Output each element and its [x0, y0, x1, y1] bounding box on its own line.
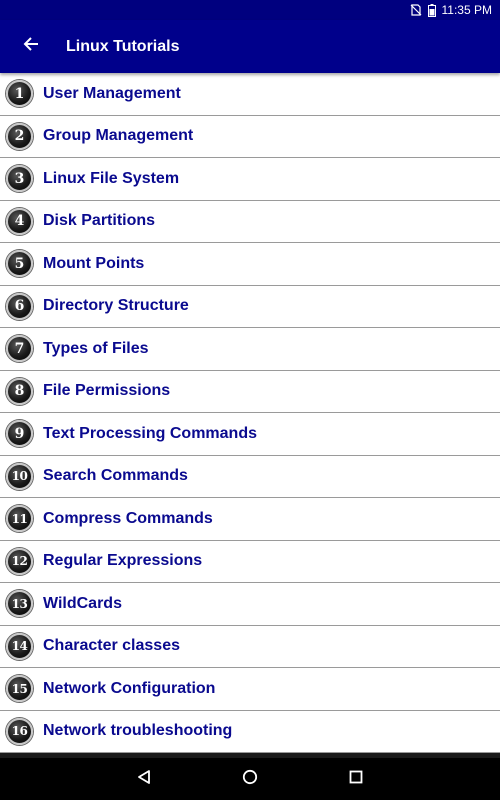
status-bar: 11:35 PM — [0, 0, 500, 20]
no-sim-icon — [410, 4, 422, 16]
list-item-label: User Management — [43, 84, 181, 102]
back-button[interactable] — [9, 25, 53, 69]
list-item[interactable]: 1 User Management — [0, 73, 500, 116]
list-item-label: File Permissions — [43, 382, 171, 400]
recents-square-icon — [349, 770, 363, 789]
number-badge-icon: 14 — [6, 632, 33, 660]
list-item[interactable]: 10 Search Commands — [0, 456, 500, 498]
back-triangle-icon — [136, 769, 152, 790]
number-badge-icon: 1 — [6, 80, 33, 108]
list-item-label: Compress Commands — [43, 509, 213, 527]
list-item[interactable]: 14 Character classes — [0, 626, 500, 668]
list-item[interactable]: 7 Types of Files — [0, 328, 500, 371]
list-item[interactable]: 4 Disk Partitions — [0, 201, 500, 243]
list-item[interactable]: 15 Network Configuration — [0, 668, 500, 711]
nav-home-button[interactable] — [230, 759, 270, 799]
battery-icon — [427, 3, 436, 17]
list-item[interactable]: 16 Network troubleshooting — [0, 711, 500, 753]
number-badge-icon: 7 — [6, 335, 33, 363]
status-time: 11:35 PM — [441, 3, 492, 17]
list-item-label: Text Processing Commands — [43, 424, 257, 442]
nav-back-button[interactable] — [124, 759, 164, 799]
number-badge-icon: 6 — [6, 292, 33, 320]
list-item[interactable]: 2 Group Management — [0, 116, 500, 158]
number-badge-icon: 5 — [6, 250, 33, 278]
nav-recents-button[interactable] — [336, 759, 376, 799]
number-badge-icon: 12 — [6, 547, 33, 575]
list-item-label: Search Commands — [43, 467, 188, 485]
number-badge-icon: 2 — [6, 122, 33, 150]
number-badge-icon: 13 — [6, 590, 33, 618]
tutorial-list: 1 User Management 2 Group Management 3 Linux … — [0, 73, 500, 753]
list-item-label: Regular Expressions — [43, 552, 203, 570]
list-item[interactable]: 11 Compress Commands — [0, 498, 500, 541]
list-item-label: Linux File System — [43, 169, 180, 187]
list-item-label: Group Management — [43, 127, 194, 145]
list-item[interactable]: 3 Linux File System — [0, 158, 500, 201]
list-item-label: Disk Partitions — [43, 212, 156, 230]
arrow-left-icon — [23, 36, 39, 57]
list-item-label: Network troubleshooting — [43, 722, 233, 740]
list-item[interactable]: 13 WildCards — [0, 583, 500, 626]
page-title: Linux Tutorials — [66, 37, 180, 55]
list-item-label: Network Configuration — [43, 679, 216, 697]
list-item[interactable]: 6 Directory Structure — [0, 286, 500, 328]
system-nav-bar — [0, 753, 500, 800]
list-item-label: Mount Points — [43, 254, 145, 272]
number-badge-icon: 15 — [6, 675, 33, 703]
list-item-label: Types of Files — [43, 339, 149, 357]
number-badge-icon: 4 — [6, 207, 33, 235]
number-badge-icon: 3 — [6, 165, 33, 193]
list-item-label: WildCards — [43, 594, 122, 612]
list-item[interactable]: 5 Mount Points — [0, 243, 500, 286]
app-bar: Linux Tutorials — [0, 20, 500, 73]
number-badge-icon: 10 — [6, 462, 33, 490]
home-circle-icon — [242, 769, 258, 790]
list-item[interactable]: 8 File Permissions — [0, 371, 500, 413]
number-badge-icon: 9 — [6, 420, 33, 448]
list-item[interactable]: 12 Regular Expressions — [0, 541, 500, 583]
number-badge-icon: 11 — [6, 505, 33, 533]
number-badge-icon: 8 — [6, 377, 33, 405]
number-badge-icon: 16 — [6, 717, 33, 745]
list-item-label: Directory Structure — [43, 297, 189, 315]
list-item-label: Character classes — [43, 637, 180, 655]
list-item[interactable]: 9 Text Processing Commands — [0, 413, 500, 456]
